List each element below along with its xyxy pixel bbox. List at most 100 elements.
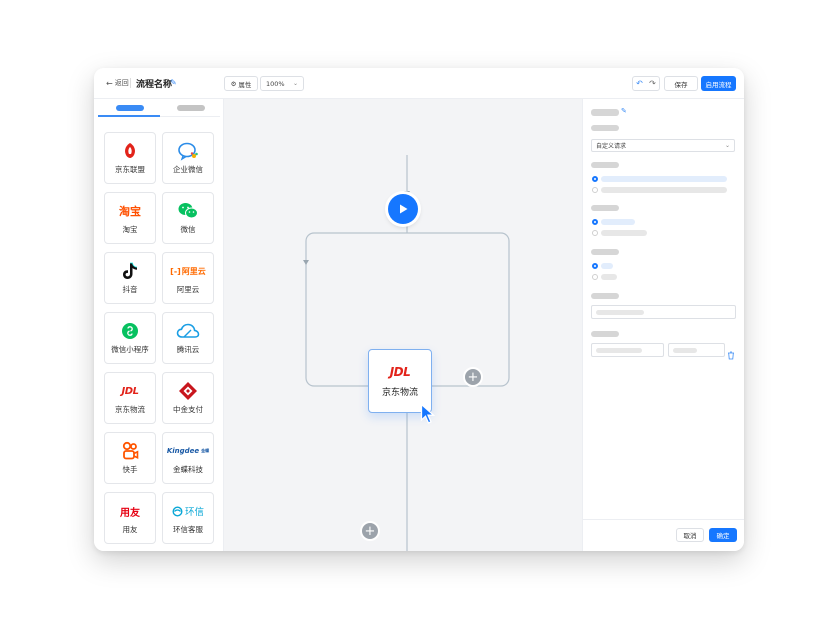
back-button[interactable]: ← 返回 (106, 78, 129, 88)
option-placeholder (601, 176, 727, 182)
cpcn-icon (178, 381, 198, 401)
plus-icon: + (467, 369, 479, 385)
sidebar-item-aliyun[interactable]: [-] 阿里云 阿里云 (162, 252, 214, 304)
kuaishou-icon (121, 441, 139, 461)
option-placeholder (601, 274, 617, 280)
taobao-icon: 淘宝 (119, 205, 141, 218)
sidebar-item-label: 企业微信 (173, 165, 203, 174)
start-node[interactable] (388, 194, 418, 224)
tab-inactive[interactable] (177, 105, 205, 111)
app-window: ← 返回 流程名称 ✎ ⚙ 属性 100% ⌄ ↶ ↷ 保存 启用流程 京东联盟… (94, 68, 744, 551)
sidebar-item-label: 金蝶科技 (173, 465, 203, 474)
sidebar-item-label: 淘宝 (122, 225, 138, 234)
jdl-icon: JDL (389, 364, 411, 379)
save-button[interactable]: 保存 (664, 76, 698, 91)
radio-unselected[interactable] (592, 274, 598, 280)
plus-icon: + (364, 523, 376, 539)
radio-selected[interactable] (592, 176, 598, 182)
value-input[interactable] (668, 343, 725, 357)
sidebar-item-taobao[interactable]: 淘宝 淘宝 (104, 192, 156, 244)
sidebar-item-label: 腾讯云 (176, 345, 200, 354)
sidebar-item-kuaishou[interactable]: 快手 (104, 432, 156, 484)
arrow-left-icon: ← (106, 78, 113, 88)
jd-union-icon (120, 141, 140, 161)
field-label-placeholder (591, 293, 619, 299)
wechat-icon (177, 201, 199, 221)
wecom-icon (177, 141, 199, 161)
sidebar-item-label: 阿里云 (176, 285, 200, 294)
field-label-placeholder (591, 331, 619, 337)
mouse-cursor-icon (420, 403, 436, 424)
top-toolbar: ← 返回 流程名称 ✎ ⚙ 属性 100% ⌄ ↶ ↷ 保存 启用流程 (94, 68, 744, 99)
panel-title-placeholder (591, 109, 619, 116)
enable-flow-button[interactable]: 启用流程 (701, 76, 736, 91)
sidebar-item-jdl[interactable]: JDL 京东物流 (104, 372, 156, 424)
sidebar-item-douyin[interactable]: 抖音 (104, 252, 156, 304)
flow-node-label: 京东物流 (381, 387, 418, 398)
add-node-button-trunk[interactable]: + (360, 521, 380, 541)
request-type-select[interactable]: 自定义请求 ⌄ (591, 139, 735, 152)
add-node-button-branch[interactable]: + (463, 367, 483, 387)
redo-icon[interactable]: ↷ (649, 79, 656, 88)
back-label: 返回 (114, 79, 129, 87)
trash-icon[interactable] (727, 345, 735, 364)
sidebar-item-label: 抖音 (122, 285, 138, 294)
connector-arrow-left (303, 260, 309, 265)
zoom-select[interactable]: 100% ⌄ (260, 76, 304, 91)
undo-icon[interactable]: ↶ (636, 79, 643, 88)
sidebar-item-yonyou[interactable]: 用友 用友 (104, 492, 156, 544)
sidebar-item-easemob[interactable]: 环信 环信客服 (162, 492, 214, 544)
input-placeholder (673, 348, 697, 353)
sidebar-item-cpcn[interactable]: 中金支付 (162, 372, 214, 424)
text-input[interactable] (591, 305, 736, 319)
flow-title[interactable]: 流程名称 (136, 77, 172, 90)
key-input[interactable] (591, 343, 664, 357)
sidebar-item-label: 用友 (122, 525, 138, 534)
field-label-placeholder (591, 249, 619, 255)
properties-label: 属性 (238, 80, 252, 89)
sidebar-item-label: 环信客服 (173, 525, 203, 534)
input-placeholder (596, 348, 642, 353)
sidebar-item-jd-union[interactable]: 京东联盟 (104, 132, 156, 184)
radio-selected[interactable] (592, 219, 598, 225)
tab-active[interactable] (116, 105, 144, 111)
sidebar-item-label: 微信 (180, 225, 196, 234)
aliyun-icon: [-] 阿里云 (170, 266, 206, 276)
field-label-placeholder (591, 162, 619, 168)
edit-icon[interactable]: ✎ (621, 107, 627, 115)
option-placeholder (601, 230, 647, 236)
sidebar-item-label: 京东联盟 (115, 165, 145, 174)
toolbar-divider (130, 78, 131, 88)
zoom-value: 100% (266, 79, 285, 88)
radio-selected[interactable] (592, 263, 598, 269)
gear-icon: ⚙ (230, 79, 237, 88)
sidebar-item-label: 京东物流 (115, 405, 145, 414)
option-placeholder (601, 263, 613, 269)
sidebar-item-wechat[interactable]: 微信 (162, 192, 214, 244)
kingdee-icon: Kingdee 金蝶 (166, 447, 210, 455)
chevron-down-icon: ⌄ (292, 80, 298, 87)
panel-footer-divider (583, 519, 744, 520)
wechat-miniprogram-icon (121, 321, 139, 341)
sidebar-item-label: 中金支付 (173, 405, 203, 414)
easemob-icon: 环信 (172, 501, 204, 521)
sidebar-item-wechat-miniprogram[interactable]: 微信小程序 (104, 312, 156, 364)
flow-connectors (303, 155, 510, 551)
sidebar-item-tencent-cloud[interactable]: 腾讯云 (162, 312, 214, 364)
edit-icon[interactable]: ✎ (170, 78, 177, 87)
sidebar-item-wecom[interactable]: 企业微信 (162, 132, 214, 184)
properties-button[interactable]: ⚙ 属性 (224, 76, 258, 91)
chevron-down-icon: ⌄ (724, 142, 730, 149)
play-icon (400, 204, 408, 214)
yonyou-icon: 用友 (120, 507, 140, 519)
option-placeholder (601, 187, 727, 193)
radio-unselected[interactable] (592, 230, 598, 236)
connector-sidebar: 京东联盟 企业微信 淘宝 淘宝 微信 抖音 [-] 阿里云 阿里云 微信小程序 … (94, 99, 224, 551)
sidebar-item-kingdee[interactable]: Kingdee 金蝶 金蝶科技 (162, 432, 214, 484)
cancel-button[interactable]: 取消 (676, 528, 704, 542)
confirm-button[interactable]: 确定 (709, 528, 737, 542)
flow-canvas[interactable]: + + JDL 京东物流 (224, 99, 582, 551)
radio-unselected[interactable] (592, 187, 598, 193)
sidebar-item-label: 微信小程序 (111, 345, 149, 354)
request-type-value: 自定义请求 (596, 143, 627, 150)
